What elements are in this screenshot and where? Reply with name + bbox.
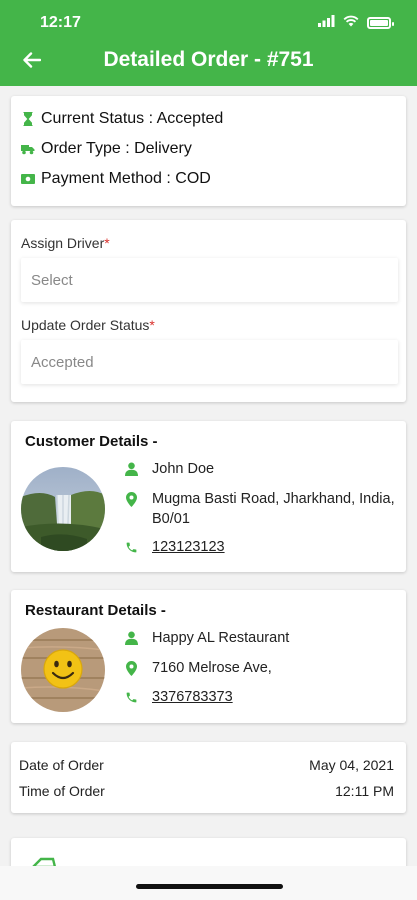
date-of-order-row: Date of Order May 04, 2021 (19, 757, 394, 773)
signal-icon (318, 14, 335, 32)
location-pin-icon (124, 658, 138, 678)
restaurant-phone-row[interactable]: 3376783373 (124, 687, 417, 707)
update-status-select[interactable]: Accepted (21, 340, 398, 384)
status-time: 12:17 (40, 14, 81, 31)
payment-method-text: Payment Method : COD (41, 170, 211, 187)
time-of-order-label: Time of Order (19, 783, 105, 799)
customer-name: John Doe (152, 461, 215, 477)
payment-method-row: Payment Method : COD (21, 170, 211, 188)
order-type-row: Order Type : Delivery (21, 140, 192, 158)
time-of-order-row: Time of Order 12:11 PM (19, 783, 394, 799)
hourglass-icon (21, 112, 35, 126)
assign-card: Assign Driver* Select Update Order Statu… (11, 220, 406, 402)
restaurant-name-row: Happy AL Restaurant (124, 628, 417, 648)
customer-address-row: Mugma Basti Road, Jharkhand, India, B0/0… (124, 489, 417, 529)
customer-phone-row[interactable]: 123123123 (124, 537, 417, 557)
home-indicator[interactable] (136, 884, 283, 889)
required-mark: * (149, 317, 155, 333)
battery-icon (367, 17, 394, 29)
date-of-order-label: Date of Order (19, 757, 104, 773)
restaurant-avatar (21, 628, 105, 712)
customer-avatar (21, 467, 105, 551)
restaurant-section-title: Restaurant Details - (25, 602, 166, 619)
assign-driver-select[interactable]: Select (21, 258, 398, 302)
restaurant-card: Restaurant Details - Happy AL Restaurant… (11, 590, 406, 723)
restaurant-address-row: 7160 Melrose Ave, (124, 658, 417, 678)
person-icon (124, 459, 138, 479)
restaurant-phone-link[interactable]: 3376783373 (152, 687, 417, 707)
status-icons (318, 14, 394, 32)
current-status-text: Current Status : Accepted (41, 110, 224, 127)
date-of-order-value: May 04, 2021 (309, 757, 394, 773)
truck-icon (21, 142, 35, 156)
phone-icon (124, 687, 138, 707)
phone-icon (124, 537, 138, 557)
home-indicator-area (0, 866, 417, 900)
restaurant-name: Happy AL Restaurant (152, 630, 290, 646)
customer-section-title: Customer Details - (25, 433, 158, 450)
current-status-row: Current Status : Accepted (21, 110, 223, 128)
app-header: 12:17 Detailed Order - #751 (0, 0, 417, 86)
order-type-text: Order Type : Delivery (41, 140, 192, 157)
order-datetime-card: Date of Order May 04, 2021 Time of Order… (11, 742, 406, 813)
location-pin-icon (124, 489, 138, 509)
time-of-order-value: 12:11 PM (335, 783, 394, 799)
required-mark: * (104, 235, 110, 251)
customer-address: Mugma Basti Road, Jharkhand, India, B0/0… (152, 491, 395, 527)
nav-bar: Detailed Order - #751 (0, 40, 417, 80)
assign-driver-label: Assign Driver* (21, 235, 110, 251)
order-summary-card: Current Status : Accepted Order Type : D… (11, 96, 406, 206)
page-title: Detailed Order - #751 (103, 48, 314, 71)
update-status-label: Update Order Status* (21, 317, 155, 333)
customer-name-row: John Doe (124, 459, 417, 479)
restaurant-address: 7160 Melrose Ave, (152, 660, 272, 676)
cash-icon (21, 172, 35, 186)
person-icon (124, 628, 138, 648)
customer-card: Customer Details - John Doe Mugma Basti … (11, 421, 406, 572)
status-bar: 12:17 (0, 0, 417, 44)
customer-phone-link[interactable]: 123123123 (152, 537, 417, 557)
wifi-icon (343, 14, 359, 32)
